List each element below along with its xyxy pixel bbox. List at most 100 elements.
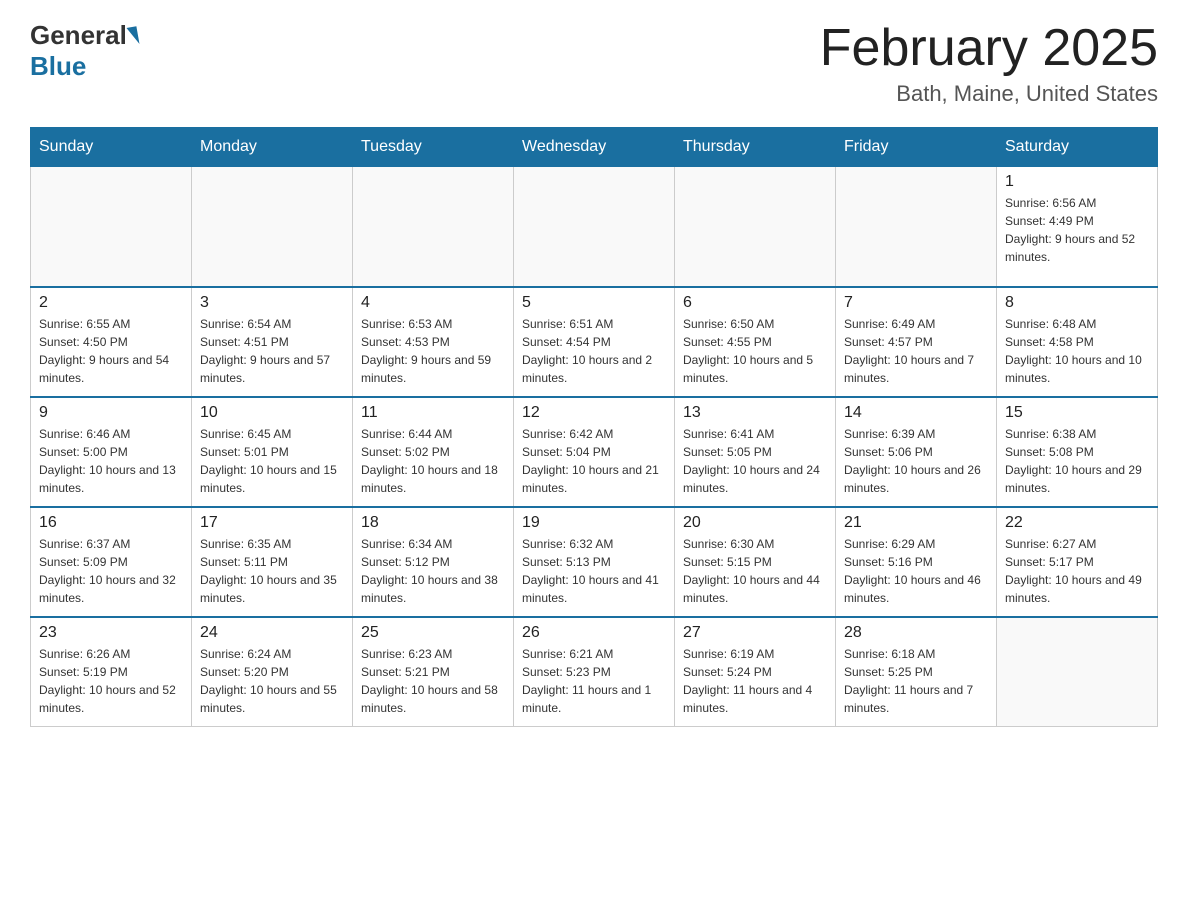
day-header-friday: Friday <box>836 128 997 167</box>
day-info: Sunrise: 6:18 AM Sunset: 5:25 PM Dayligh… <box>844 645 988 717</box>
calendar-header-row: SundayMondayTuesdayWednesdayThursdayFrid… <box>31 128 1158 167</box>
calendar-cell: 12 Sunrise: 6:42 AM Sunset: 5:04 PM Dayli… <box>514 397 675 507</box>
day-info: Sunrise: 6:26 AM Sunset: 5:19 PM Dayligh… <box>39 645 183 717</box>
day-number: 23 <box>39 624 183 642</box>
calendar-cell: 26 Sunrise: 6:21 AM Sunset: 5:23 PM Dayli… <box>514 617 675 727</box>
day-number: 13 <box>683 404 827 422</box>
calendar-cell: 6 Sunrise: 6:50 AM Sunset: 4:55 PM Daylig… <box>675 287 836 397</box>
day-number: 16 <box>39 514 183 532</box>
day-info: Sunrise: 6:51 AM Sunset: 4:54 PM Dayligh… <box>522 315 666 387</box>
day-number: 27 <box>683 624 827 642</box>
title-section: February 2025 Bath, Maine, United States <box>820 20 1158 107</box>
calendar-cell: 13 Sunrise: 6:41 AM Sunset: 5:05 PM Dayli… <box>675 397 836 507</box>
day-info: Sunrise: 6:45 AM Sunset: 5:01 PM Dayligh… <box>200 425 344 497</box>
calendar-cell: 28Sunrise: 6:18 AM Sunset: 5:25 PM Dayli… <box>836 617 997 727</box>
day-header-saturday: Saturday <box>997 128 1158 167</box>
day-info: Sunrise: 6:55 AM Sunset: 4:50 PM Dayligh… <box>39 315 183 387</box>
day-info: Sunrise: 6:38 AM Sunset: 5:08 PM Dayligh… <box>1005 425 1149 497</box>
calendar-cell <box>353 167 514 287</box>
day-info: Sunrise: 6:29 AM Sunset: 5:16 PM Dayligh… <box>844 535 988 607</box>
day-number: 1 <box>1005 173 1149 191</box>
day-info: Sunrise: 6:48 AM Sunset: 4:58 PM Dayligh… <box>1005 315 1149 387</box>
day-header-sunday: Sunday <box>31 128 192 167</box>
calendar-cell: 15Sunrise: 6:38 AM Sunset: 5:08 PM Dayli… <box>997 397 1158 507</box>
day-number: 12 <box>522 404 666 422</box>
location: Bath, Maine, United States <box>820 81 1158 107</box>
calendar-cell: 8 Sunrise: 6:48 AM Sunset: 4:58 PM Daylig… <box>997 287 1158 397</box>
logo-arrow-icon <box>126 26 139 45</box>
day-info: Sunrise: 6:39 AM Sunset: 5:06 PM Dayligh… <box>844 425 988 497</box>
day-number: 6 <box>683 294 827 312</box>
day-info: Sunrise: 6:21 AM Sunset: 5:23 PM Dayligh… <box>522 645 666 717</box>
calendar-cell: 11Sunrise: 6:44 AM Sunset: 5:02 PM Dayli… <box>353 397 514 507</box>
logo: General Blue <box>30 20 139 82</box>
day-info: Sunrise: 6:32 AM Sunset: 5:13 PM Dayligh… <box>522 535 666 607</box>
day-number: 7 <box>844 294 988 312</box>
day-info: Sunrise: 6:49 AM Sunset: 4:57 PM Dayligh… <box>844 315 988 387</box>
day-number: 17 <box>200 514 344 532</box>
day-header-tuesday: Tuesday <box>353 128 514 167</box>
day-info: Sunrise: 6:35 AM Sunset: 5:11 PM Dayligh… <box>200 535 344 607</box>
calendar-cell: 7 Sunrise: 6:49 AM Sunset: 4:57 PM Daylig… <box>836 287 997 397</box>
calendar-cell: 17 Sunrise: 6:35 AM Sunset: 5:11 PM Dayli… <box>192 507 353 617</box>
day-header-wednesday: Wednesday <box>514 128 675 167</box>
day-info: Sunrise: 6:34 AM Sunset: 5:12 PM Dayligh… <box>361 535 505 607</box>
day-number: 21 <box>844 514 988 532</box>
calendar-cell: 3 Sunrise: 6:54 AM Sunset: 4:51 PM Daylig… <box>192 287 353 397</box>
calendar-cell <box>31 167 192 287</box>
calendar-cell: 24 Sunrise: 6:24 AM Sunset: 5:20 PM Dayli… <box>192 617 353 727</box>
day-number: 3 <box>200 294 344 312</box>
logo-blue: Blue <box>30 51 86 82</box>
calendar-cell: 20 Sunrise: 6:30 AM Sunset: 5:15 PM Dayli… <box>675 507 836 617</box>
calendar-week-1: 1 Sunrise: 6:56 AM Sunset: 4:49 PM Daylig… <box>31 167 1158 287</box>
day-info: Sunrise: 6:46 AM Sunset: 5:00 PM Dayligh… <box>39 425 183 497</box>
day-info: Sunrise: 6:56 AM Sunset: 4:49 PM Dayligh… <box>1005 194 1149 266</box>
day-number: 26 <box>522 624 666 642</box>
calendar-week-3: 9 Sunrise: 6:46 AM Sunset: 5:00 PM Daylig… <box>31 397 1158 507</box>
day-number: 4 <box>361 294 505 312</box>
calendar-cell <box>836 167 997 287</box>
day-info: Sunrise: 6:30 AM Sunset: 5:15 PM Dayligh… <box>683 535 827 607</box>
month-title: February 2025 <box>820 20 1158 77</box>
day-header-monday: Monday <box>192 128 353 167</box>
day-number: 10 <box>200 404 344 422</box>
calendar-cell <box>997 617 1158 727</box>
calendar-cell <box>514 167 675 287</box>
calendar-cell: 9 Sunrise: 6:46 AM Sunset: 5:00 PM Daylig… <box>31 397 192 507</box>
calendar-cell: 1 Sunrise: 6:56 AM Sunset: 4:49 PM Daylig… <box>997 167 1158 287</box>
day-number: 11 <box>361 404 505 422</box>
day-number: 22 <box>1005 514 1149 532</box>
day-number: 18 <box>361 514 505 532</box>
day-info: Sunrise: 6:19 AM Sunset: 5:24 PM Dayligh… <box>683 645 827 717</box>
day-number: 9 <box>39 404 183 422</box>
day-info: Sunrise: 6:23 AM Sunset: 5:21 PM Dayligh… <box>361 645 505 717</box>
calendar-cell: 4 Sunrise: 6:53 AM Sunset: 4:53 PM Daylig… <box>353 287 514 397</box>
calendar-week-5: 23 Sunrise: 6:26 AM Sunset: 5:19 PM Dayli… <box>31 617 1158 727</box>
calendar-cell: 22 Sunrise: 6:27 AM Sunset: 5:17 PM Dayli… <box>997 507 1158 617</box>
calendar-cell: 18 Sunrise: 6:34 AM Sunset: 5:12 PM Dayli… <box>353 507 514 617</box>
day-number: 5 <box>522 294 666 312</box>
calendar-cell: 16 Sunrise: 6:37 AM Sunset: 5:09 PM Dayli… <box>31 507 192 617</box>
calendar-cell: 10 Sunrise: 6:45 AM Sunset: 5:01 PM Dayli… <box>192 397 353 507</box>
day-info: Sunrise: 6:54 AM Sunset: 4:51 PM Dayligh… <box>200 315 344 387</box>
calendar-cell: 21 Sunrise: 6:29 AM Sunset: 5:16 PM Dayli… <box>836 507 997 617</box>
day-info: Sunrise: 6:24 AM Sunset: 5:20 PM Dayligh… <box>200 645 344 717</box>
day-number: 24 <box>200 624 344 642</box>
logo-general: General <box>30 20 127 51</box>
day-info: Sunrise: 6:42 AM Sunset: 5:04 PM Dayligh… <box>522 425 666 497</box>
day-info: Sunrise: 6:27 AM Sunset: 5:17 PM Dayligh… <box>1005 535 1149 607</box>
day-number: 8 <box>1005 294 1149 312</box>
day-info: Sunrise: 6:41 AM Sunset: 5:05 PM Dayligh… <box>683 425 827 497</box>
day-info: Sunrise: 6:50 AM Sunset: 4:55 PM Dayligh… <box>683 315 827 387</box>
calendar-table: SundayMondayTuesdayWednesdayThursdayFrid… <box>30 127 1158 727</box>
calendar-cell: 19Sunrise: 6:32 AM Sunset: 5:13 PM Dayli… <box>514 507 675 617</box>
day-info: Sunrise: 6:53 AM Sunset: 4:53 PM Dayligh… <box>361 315 505 387</box>
day-number: 20 <box>683 514 827 532</box>
calendar-cell <box>675 167 836 287</box>
calendar-cell: 5 Sunrise: 6:51 AM Sunset: 4:54 PM Daylig… <box>514 287 675 397</box>
day-header-thursday: Thursday <box>675 128 836 167</box>
calendar-cell: 2Sunrise: 6:55 AM Sunset: 4:50 PM Daylig… <box>31 287 192 397</box>
day-info: Sunrise: 6:37 AM Sunset: 5:09 PM Dayligh… <box>39 535 183 607</box>
calendar-cell: 27 Sunrise: 6:19 AM Sunset: 5:24 PM Dayli… <box>675 617 836 727</box>
calendar-cell: 23 Sunrise: 6:26 AM Sunset: 5:19 PM Dayli… <box>31 617 192 727</box>
